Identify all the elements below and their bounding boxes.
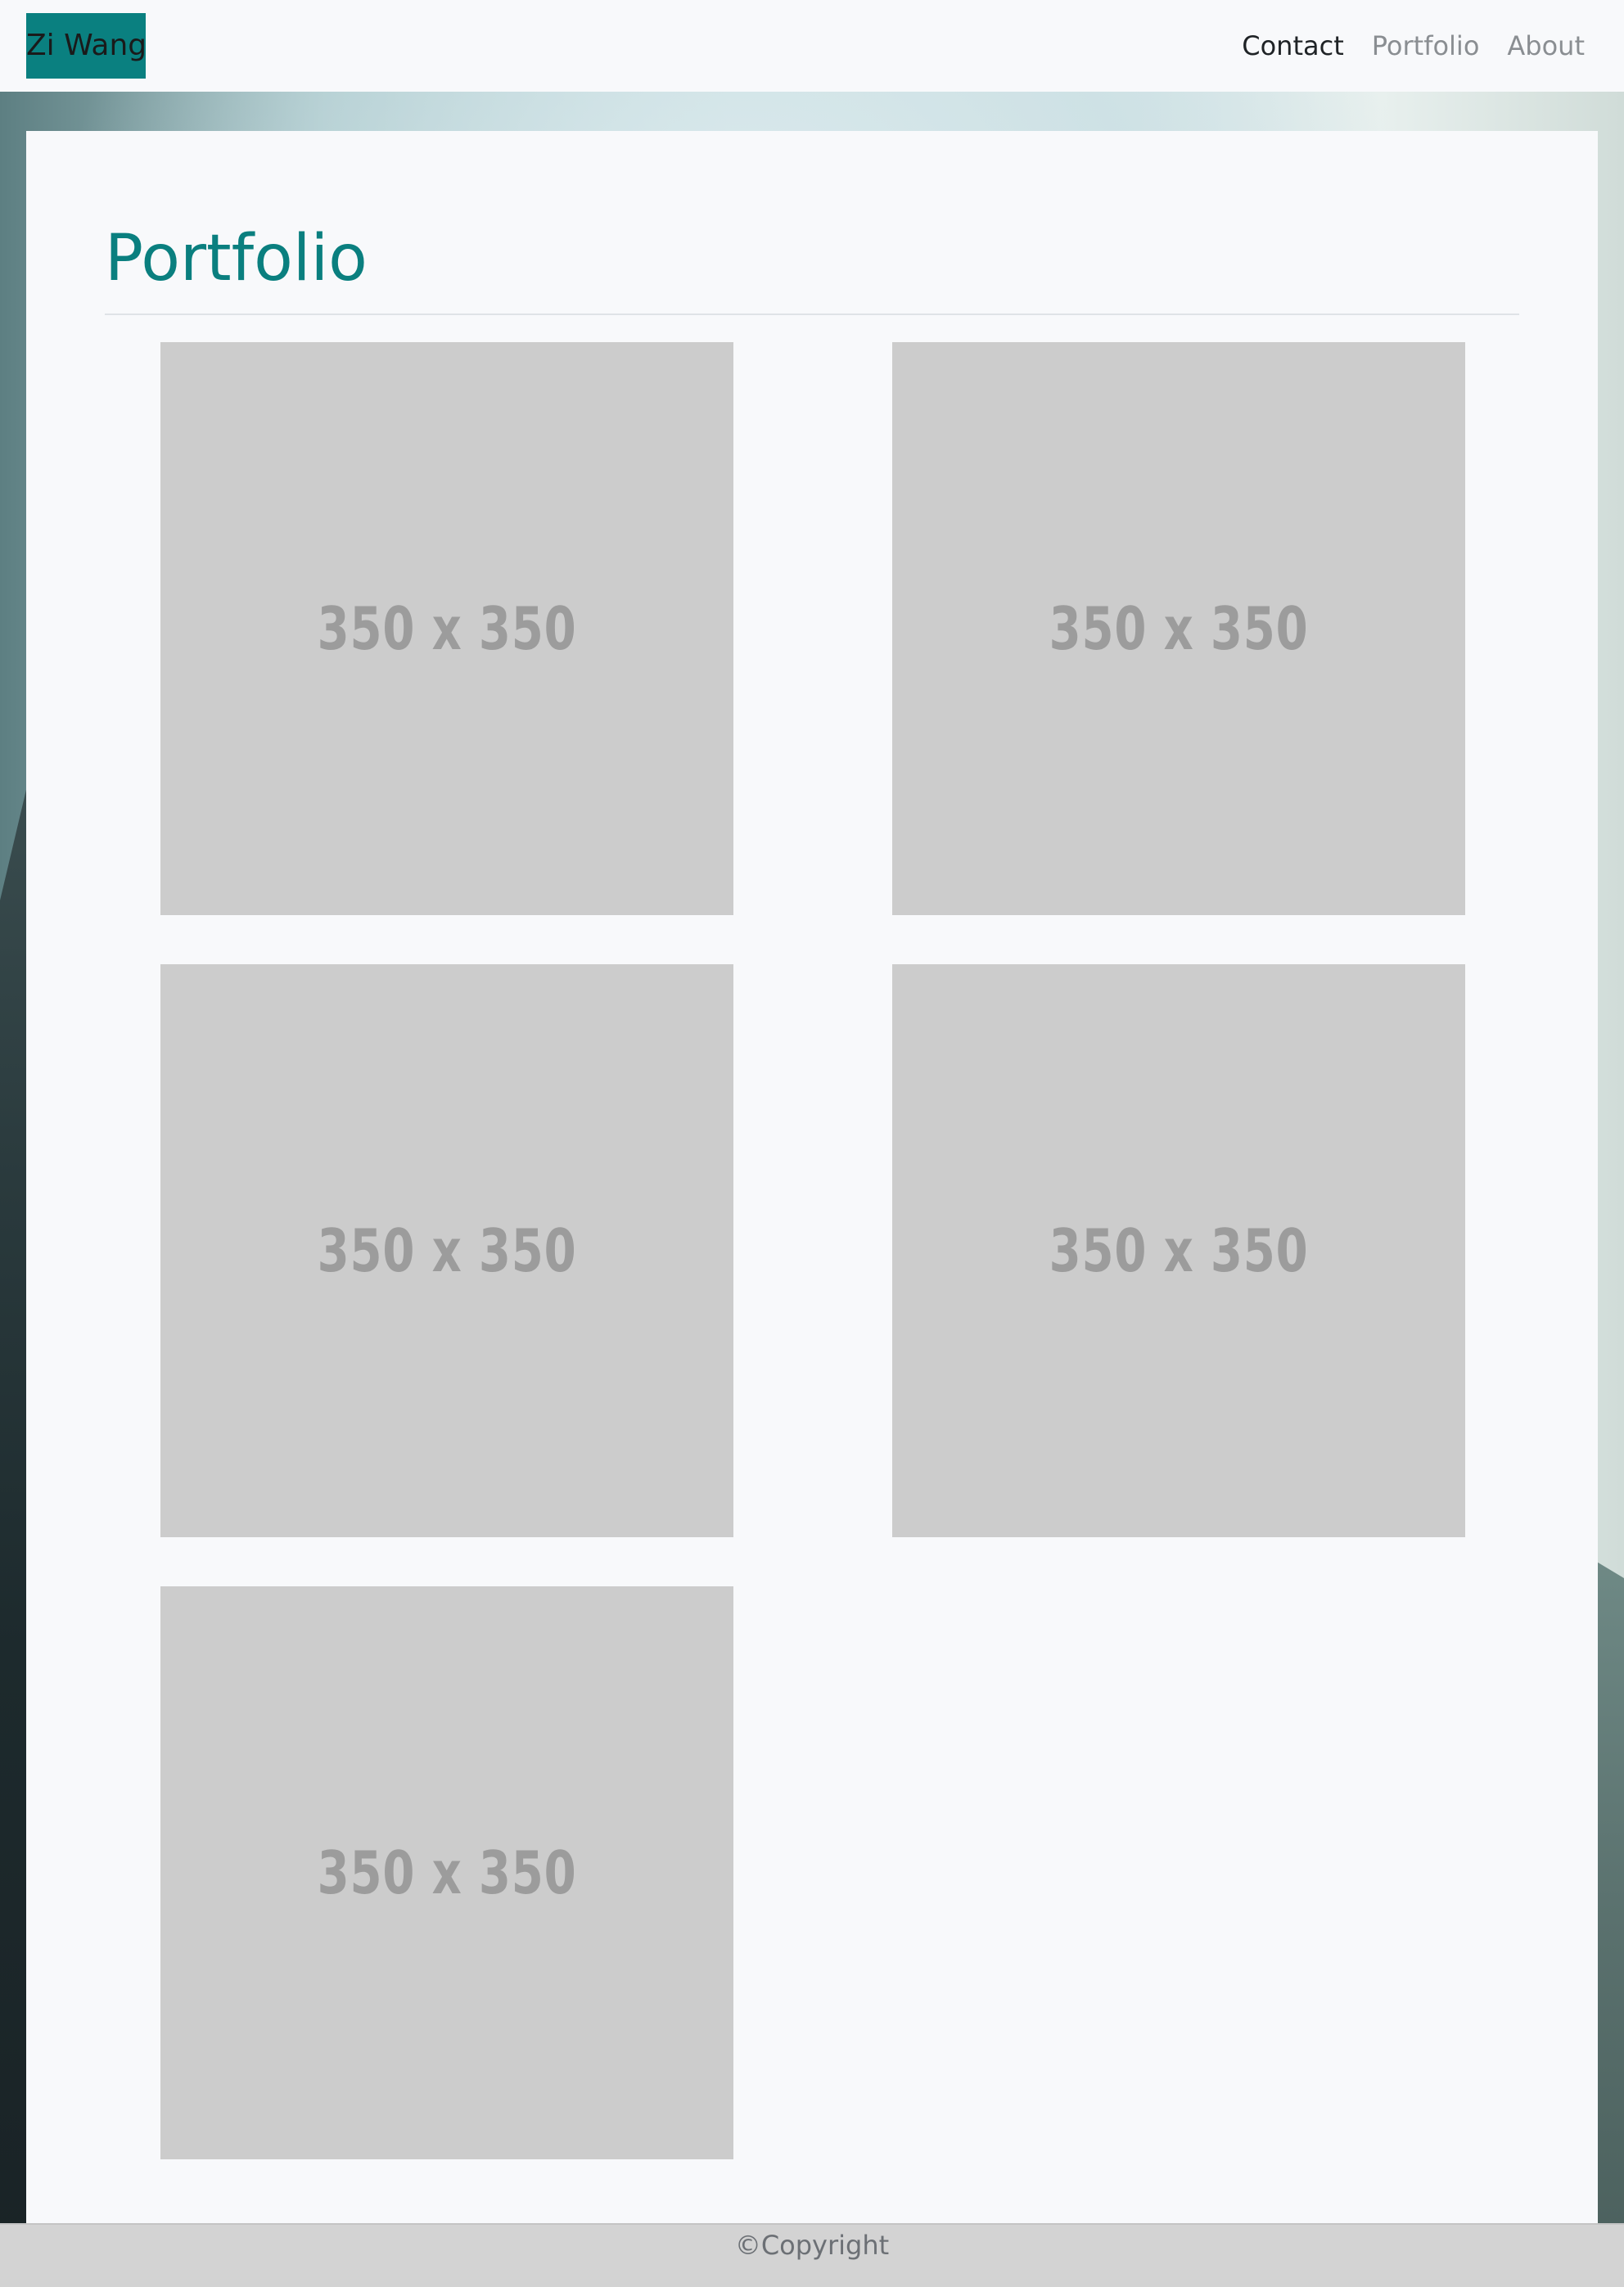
- thumbnail-placeholder-label: 350 x 350: [317, 1216, 577, 1285]
- copyright-text: ©Copyright: [734, 2230, 890, 2261]
- nav-link-about[interactable]: About: [1507, 23, 1585, 69]
- top-navbar: Zi Wang Contact Portfolio About: [0, 0, 1624, 92]
- nav-link-portfolio[interactable]: Portfolio: [1372, 23, 1480, 69]
- main-content-card: Portfolio 350 x 350 350 x 350 350 x 350 …: [26, 131, 1598, 2223]
- nav-link-contact[interactable]: Contact: [1242, 23, 1344, 69]
- thumbnail-placeholder-label: 350 x 350: [317, 1838, 577, 1907]
- thumbnail-placeholder-label: 350 x 350: [1049, 594, 1309, 663]
- portfolio-thumbnail[interactable]: 350 x 350: [892, 964, 1465, 1537]
- page-title: Portfolio: [105, 222, 368, 295]
- portfolio-thumbnail[interactable]: 350 x 350: [160, 342, 733, 915]
- thumbnail-placeholder-label: 350 x 350: [1049, 1216, 1309, 1285]
- page-footer: ©Copyright: [0, 2223, 1624, 2287]
- nav-links: Contact Portfolio About: [1242, 23, 1585, 69]
- portfolio-thumbnail[interactable]: 350 x 350: [160, 1586, 733, 2159]
- thumbnail-placeholder-label: 350 x 350: [317, 594, 577, 663]
- portfolio-thumbnail[interactable]: 350 x 350: [160, 964, 733, 1537]
- title-divider: [105, 314, 1519, 315]
- brand-logo-link[interactable]: Zi Wang: [26, 13, 147, 79]
- portfolio-thumbnail[interactable]: 350 x 350: [892, 342, 1465, 915]
